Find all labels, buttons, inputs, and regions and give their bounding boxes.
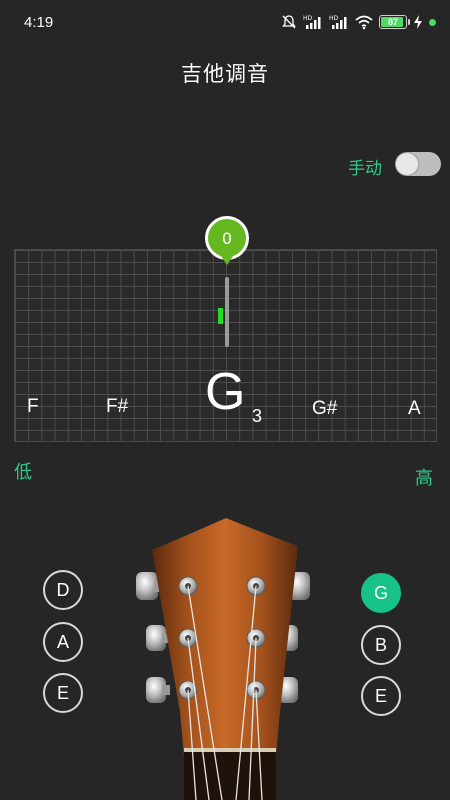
battery-icon: 87 [379,15,410,29]
note-a: A [408,398,421,419]
string-button-a[interactable]: A [43,622,83,662]
string-label: G [373,582,388,603]
note-f-sharp: F# [106,396,129,417]
string-label: E [56,682,69,703]
string-label: E [374,685,387,706]
manual-mode-toggle[interactable] [395,152,441,176]
dot-icon [429,18,436,26]
string-button-d[interactable]: D [43,570,83,610]
hd-signal-icon: HD [329,15,347,29]
toggle-knob [396,153,418,175]
status-bar: 4:19 HD HD 87 [0,0,450,44]
hd-signal-icon: HD [303,15,321,29]
charging-icon [414,15,422,29]
pitch-indicator [218,308,223,324]
battery-level: 87 [387,17,398,27]
string-label: B [374,634,387,655]
note-g-sharp: G# [312,398,338,419]
status-time: 4:19 [24,14,54,31]
page-title: 吉他调音 [181,62,269,86]
string-button-e-low[interactable]: E [43,673,83,713]
wifi-icon [355,15,373,30]
string-label: D [56,579,70,600]
svg-text:HD: HD [303,15,313,22]
low-label: 低 [14,462,32,483]
string-button-g[interactable]: G [361,573,401,613]
svg-text:HD: HD [329,15,339,22]
string-button-e-high[interactable]: E [361,676,401,716]
cents-bubble-tail [221,256,233,265]
string-label: A [56,631,69,652]
current-note-octave: 3 [252,406,263,426]
cents-bubble: 0 [205,216,249,260]
status-icons: HD HD 87 [281,14,436,30]
string-button-b[interactable]: B [361,625,401,665]
note-f: F [27,396,39,417]
mute-bell-icon [282,15,296,29]
high-label: 高 [415,468,433,489]
tuner-needle [225,277,229,347]
guitar-headstock [136,518,310,800]
manual-mode-label: 手动 [348,159,382,179]
cents-value: 0 [221,228,233,248]
current-note: G [205,363,246,421]
